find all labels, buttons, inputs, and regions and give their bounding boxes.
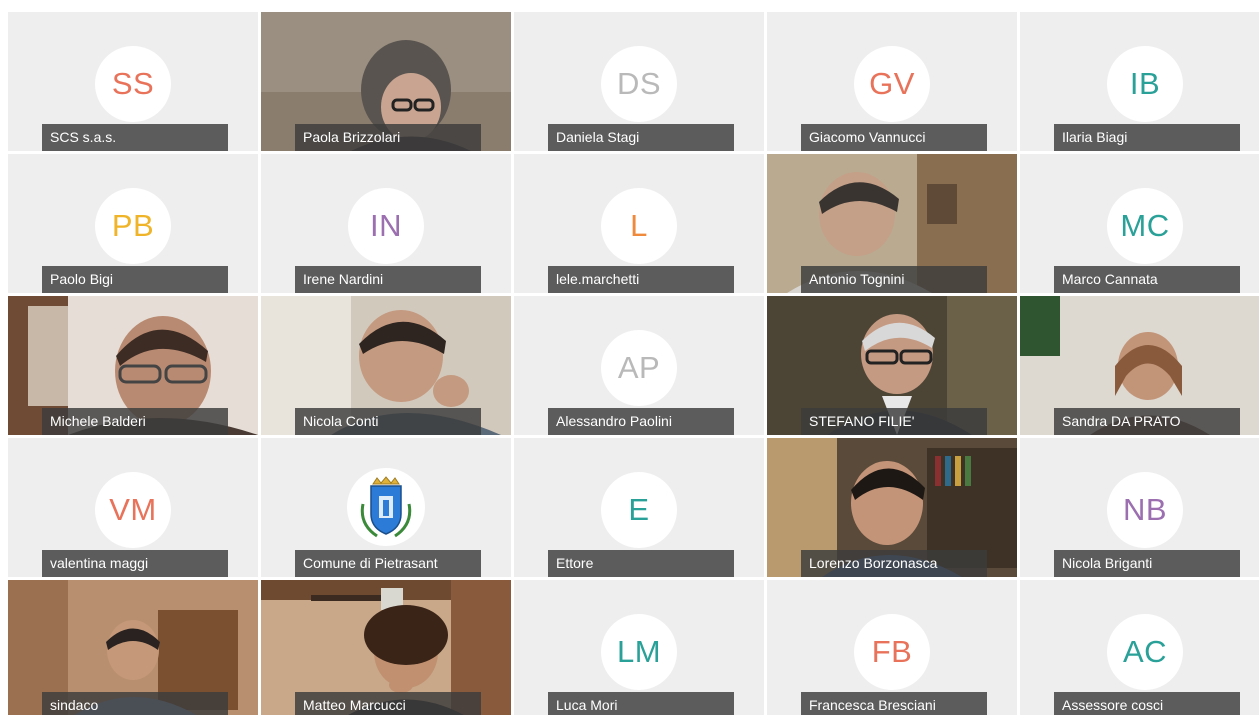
participant-name: Alessandro Paolini — [548, 408, 734, 435]
participant-name: Ettore — [548, 550, 734, 577]
participant-grid: SS SCS s.a.s. Paola Brizzolari DS Daniel… — [8, 12, 1259, 715]
participant-tile[interactable]: GV Giacomo Vannucci — [767, 12, 1017, 151]
participant-name: Ilaria Biagi — [1054, 124, 1240, 151]
participant-name: sindaco — [42, 692, 228, 715]
avatar: SS — [95, 46, 171, 122]
avatar — [347, 468, 425, 546]
avatar: LM — [601, 614, 677, 690]
participant-name: Paola Brizzolari — [295, 124, 481, 151]
participant-tile[interactable]: IB Ilaria Biagi — [1020, 12, 1259, 151]
participant-name: Sandra DA PRATO — [1054, 408, 1240, 435]
participant-tile[interactable]: FB Francesca Bresciani — [767, 580, 1017, 715]
participant-name: Marco Cannata — [1054, 266, 1240, 293]
participant-tile[interactable]: DS Daniela Stagi — [514, 12, 764, 151]
avatar: AP — [601, 330, 677, 406]
participant-tile[interactable]: Lorenzo Borzonasca — [767, 438, 1017, 577]
participant-name: Irene Nardini — [295, 266, 481, 293]
participant-name: SCS s.a.s. — [42, 124, 228, 151]
participant-name: Matteo Marcucci — [295, 692, 481, 715]
avatar: E — [601, 472, 677, 548]
participant-tile[interactable]: IN Irene Nardini — [261, 154, 511, 293]
participant-tile[interactable]: VM valentina maggi — [8, 438, 258, 577]
participant-name: Michele Balderi — [42, 408, 228, 435]
participant-name: lele.marchetti — [548, 266, 734, 293]
participant-name: Daniela Stagi — [548, 124, 734, 151]
participant-name: Nicola Briganti — [1054, 550, 1240, 577]
avatar: NB — [1107, 472, 1183, 548]
participant-name: Comune di Pietrasant — [295, 550, 481, 577]
participant-tile[interactable]: SS SCS s.a.s. — [8, 12, 258, 151]
participant-name: Lorenzo Borzonasca — [801, 550, 987, 577]
participant-name: Paolo Bigi — [42, 266, 228, 293]
participant-name: Luca Mori — [548, 692, 734, 715]
participant-tile[interactable]: L lele.marchetti — [514, 154, 764, 293]
avatar: IN — [348, 188, 424, 264]
avatar: MC — [1107, 188, 1183, 264]
avatar: VM — [95, 472, 171, 548]
participant-name: Giacomo Vannucci — [801, 124, 987, 151]
participant-tile[interactable]: PB Paolo Bigi — [8, 154, 258, 293]
avatar: IB — [1107, 46, 1183, 122]
participant-name: valentina maggi — [42, 550, 228, 577]
participant-tile[interactable]: MC Marco Cannata — [1020, 154, 1259, 293]
avatar: DS — [601, 46, 677, 122]
participant-name: Antonio Tognini — [801, 266, 987, 293]
participant-name: Francesca Bresciani — [801, 692, 987, 715]
participant-tile[interactable]: Michele Balderi — [8, 296, 258, 435]
avatar: L — [601, 188, 677, 264]
participant-tile[interactable]: Antonio Tognini — [767, 154, 1017, 293]
avatar: FB — [854, 614, 930, 690]
participant-name: Nicola Conti — [295, 408, 481, 435]
participant-name: Assessore cosci — [1054, 692, 1240, 715]
participant-tile[interactable]: Matteo Marcucci — [261, 580, 511, 715]
participant-tile[interactable]: Comune di Pietrasant — [261, 438, 511, 577]
avatar: GV — [854, 46, 930, 122]
participant-name: STEFANO FILIE' — [801, 408, 987, 435]
participant-tile[interactable]: NB Nicola Briganti — [1020, 438, 1259, 577]
participant-tile[interactable]: AP Alessandro Paolini — [514, 296, 764, 435]
participant-tile[interactable]: Sandra DA PRATO — [1020, 296, 1259, 435]
avatar: AC — [1107, 614, 1183, 690]
participant-tile[interactable]: Paola Brizzolari — [261, 12, 511, 151]
avatar: PB — [95, 188, 171, 264]
participant-tile[interactable]: sindaco — [8, 580, 258, 715]
participant-tile[interactable]: AC Assessore cosci — [1020, 580, 1259, 715]
participant-tile[interactable]: STEFANO FILIE' — [767, 296, 1017, 435]
participant-tile[interactable]: Nicola Conti — [261, 296, 511, 435]
participant-tile[interactable]: LM Luca Mori — [514, 580, 764, 715]
coat-of-arms-icon — [360, 476, 412, 538]
participant-tile[interactable]: E Ettore — [514, 438, 764, 577]
